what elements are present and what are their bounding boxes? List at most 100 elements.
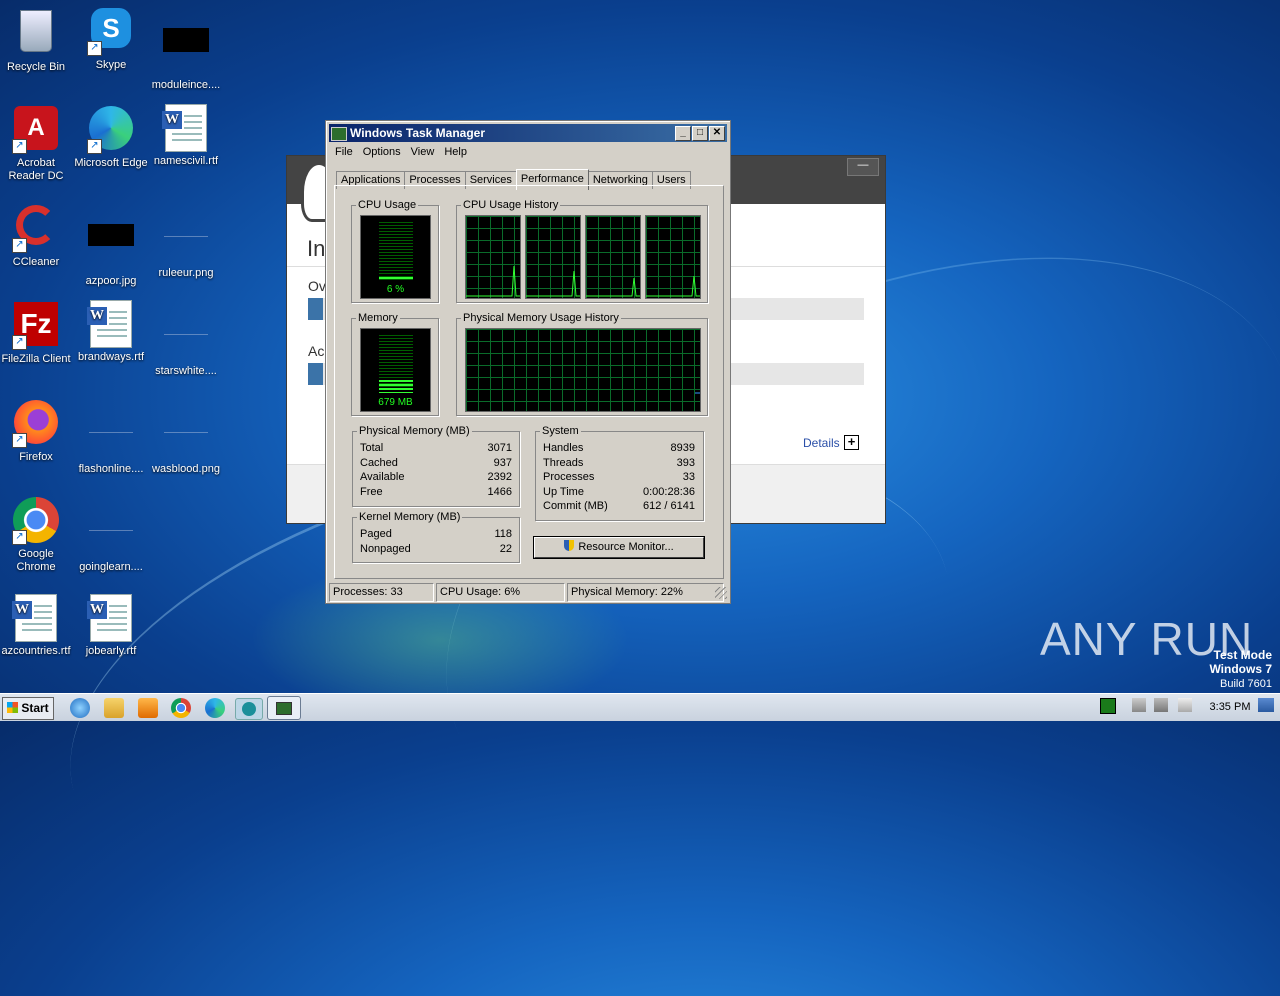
app-icon[interactable] (235, 698, 263, 720)
status-processes: Processes: 33 (329, 583, 434, 602)
tray-app-icon[interactable] (1100, 698, 1116, 714)
memory-history-line (695, 392, 700, 394)
desktop-icon-moduleince[interactable]: moduleince.... (148, 6, 224, 92)
cpu-usage-gauge: 6 % (360, 215, 431, 299)
kernel-memory-group: Kernel Memory (MB) Paged 118 Nonpaged 22 (352, 511, 520, 563)
memory-value: 679 MB (378, 397, 413, 408)
taskbar: Start 3:35 PM (0, 693, 1280, 721)
table-row: Available 2392 (360, 470, 512, 485)
section-label: Ac (308, 343, 325, 359)
close-button[interactable]: ✕ (709, 126, 725, 141)
table-row: Commit (MB) 612 / 6141 (543, 499, 695, 514)
filezilla-icon: Fz ↗ (12, 302, 60, 350)
build-label: Build 7601 (1220, 678, 1272, 690)
start-button[interactable]: Start (2, 697, 54, 720)
desktop-icon-flashonline[interactable]: flashonline.... (73, 398, 149, 476)
progress-fill (308, 298, 323, 320)
table-row: Handles 8939 (543, 441, 695, 456)
row-label: Free (360, 485, 383, 498)
row-label: Total (360, 442, 384, 454)
menu-file[interactable]: File (330, 145, 358, 159)
resize-grip-icon[interactable] (715, 587, 727, 599)
image-file-icon (162, 314, 210, 362)
desktop-icon-wasblood[interactable]: wasblood.png (148, 398, 224, 476)
flag-icon[interactable] (1178, 698, 1192, 712)
table-row: Paged 118 (360, 527, 512, 542)
desktop-icon-label: namescivil.rtf (153, 155, 219, 167)
expand-icon[interactable]: + (844, 435, 859, 450)
media-player-icon[interactable] (138, 698, 158, 718)
desktop-icon-acrobat[interactable]: A ↗ Acrobat Reader DC (0, 104, 74, 183)
task-manager-icon (331, 126, 347, 141)
desktop-icon-namescivil[interactable]: W namescivil.rtf (148, 104, 224, 168)
edge-icon[interactable] (205, 698, 225, 718)
desktop-icon-label: flashonline.... (78, 463, 144, 475)
acrobat-icon: A ↗ (12, 106, 60, 154)
cpu-history-line (526, 270, 580, 297)
desktop-icon-chrome[interactable]: ↗ Google Chrome (0, 496, 74, 574)
tray-arrow-icon[interactable] (1132, 698, 1146, 712)
shortcut-arrow-icon: ↗ (12, 433, 27, 448)
maximize-button[interactable]: □ (692, 126, 708, 141)
desktop-icon-brandways[interactable]: W brandways.rtf (73, 300, 149, 364)
desktop-icon-recycle-bin[interactable]: Recycle Bin (0, 6, 74, 74)
cpu-usage-level (379, 276, 413, 280)
resource-monitor-button[interactable]: Resource Monitor... (534, 537, 704, 558)
table-row: Cached 937 (360, 456, 512, 471)
desktop-icon-skype[interactable]: S ↗ Skype (73, 6, 149, 72)
task-manager-window[interactable]: Windows Task Manager _ □ ✕ File Options Vi… (325, 120, 731, 604)
table-row: Up Time 0:00:28:36 (543, 485, 695, 500)
cpu-history-line (586, 277, 640, 297)
desktop-icon-azcountries[interactable]: W azcountries.rtf (0, 594, 74, 658)
chrome-icon: ↗ (12, 497, 60, 545)
shortcut-arrow-icon: ↗ (12, 530, 27, 545)
test-mode-label: Test Mode (1213, 648, 1272, 662)
details-link[interactable]: Details (803, 436, 840, 450)
desktop-icon-label: Skype (95, 59, 127, 71)
desktop-icon-goinglearn[interactable]: goinglearn.... (73, 496, 149, 574)
cpu-history-graph (645, 215, 701, 299)
desktop-icon-ruleeur[interactable]: ruleeur.png (148, 202, 224, 280)
desktop-icon-jobearly[interactable]: W jobearly.rtf (73, 594, 149, 658)
kernel-memory-table: Paged 118 Nonpaged 22 (360, 527, 512, 556)
minimize-button[interactable]: _ (675, 126, 691, 141)
shortcut-arrow-icon: ↗ (12, 335, 27, 350)
desktop-icon-label: starswhite.... (155, 365, 217, 377)
gauge-track (379, 335, 413, 393)
network-icon[interactable] (1154, 698, 1168, 712)
row-value: 393 (676, 456, 695, 469)
row-value: 22 (499, 542, 512, 555)
show-desktop-icon[interactable] (1258, 698, 1274, 712)
desktop-icon-label: goinglearn.... (79, 561, 143, 573)
chrome-icon[interactable] (171, 698, 191, 718)
group-title: CPU Usage (356, 199, 419, 212)
desktop-icon-azpoor[interactable]: azpoor.jpg (73, 202, 149, 288)
shortcut-arrow-icon: ↗ (12, 139, 27, 154)
word-document-icon: W (162, 104, 210, 152)
memory-level (379, 380, 413, 393)
menu-view[interactable]: View (406, 145, 440, 159)
image-file-icon (162, 412, 210, 460)
shortcut-arrow-icon: ↗ (12, 238, 27, 253)
desktop-icon-edge[interactable]: ↗ Microsoft Edge (73, 104, 149, 170)
minimize-button[interactable]: — (847, 158, 879, 176)
cpu-history-line (646, 275, 700, 297)
menu-help[interactable]: Help (439, 145, 472, 159)
desktop-icon-ccleaner[interactable]: ↗ CCleaner (0, 202, 74, 269)
desktop-icon-firefox[interactable]: ↗ Firefox (0, 398, 74, 464)
clock[interactable]: 3:35 PM (1208, 694, 1252, 721)
title-bar[interactable]: Windows Task Manager _ □ ✕ (329, 124, 727, 142)
desktop-icon-label: CCleaner (12, 256, 60, 268)
file-explorer-icon[interactable] (104, 698, 124, 718)
desktop-icon-label: azcountries.rtf (1, 645, 71, 657)
desktop-icon-label: jobearly.rtf (85, 645, 137, 657)
menu-options[interactable]: Options (358, 145, 406, 159)
desktop-icon-starswhite[interactable]: starswhite.... (148, 300, 224, 378)
background-window-title: In (307, 236, 326, 261)
status-cpu: CPU Usage: 6% (436, 583, 565, 602)
desktop-icon-filezilla[interactable]: Fz ↗ FileZilla Client (0, 300, 74, 366)
edge-icon: ↗ (87, 106, 135, 154)
table-row: Free 1466 (360, 485, 512, 500)
internet-explorer-icon[interactable] (70, 698, 90, 718)
task-manager-taskbar-icon[interactable] (267, 696, 301, 720)
